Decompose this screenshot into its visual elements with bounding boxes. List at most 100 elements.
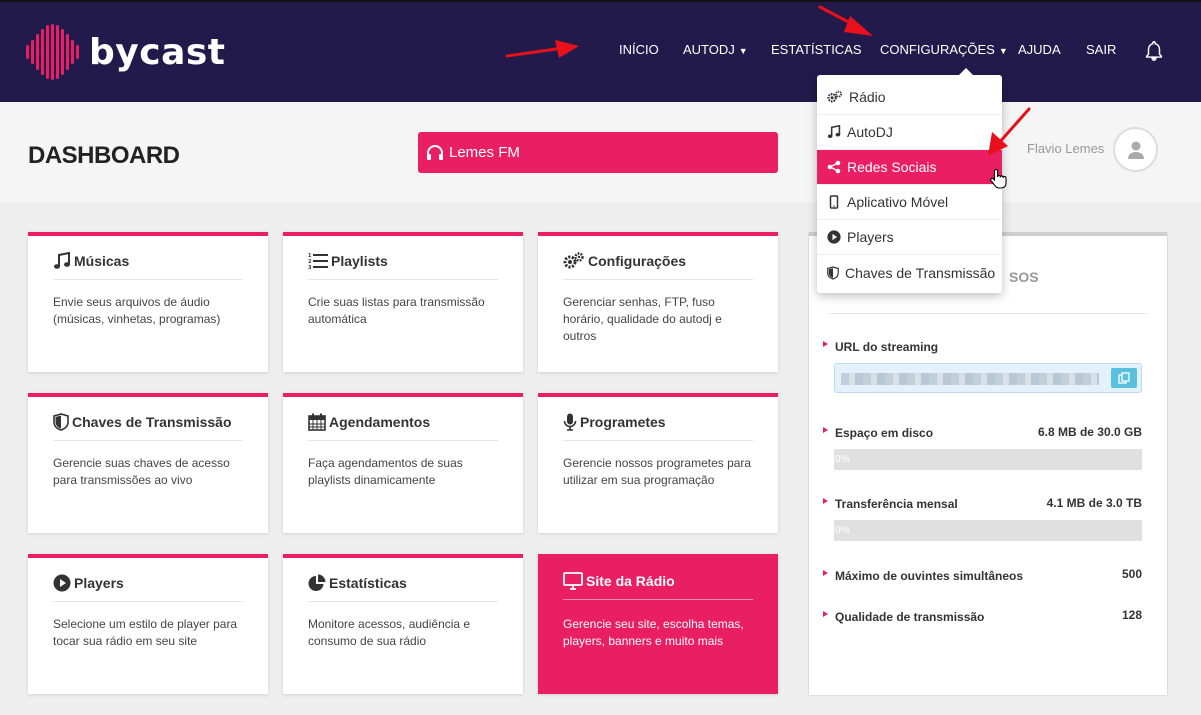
nav-item-ajuda[interactable]: AJUDA — [1018, 42, 1061, 57]
card-chaves-transmissao[interactable]: Chaves de Transmissão Gerencie suas chav… — [28, 393, 268, 533]
dropdown-item-autodj[interactable]: AutoDJ — [817, 115, 1002, 150]
divider — [563, 440, 753, 441]
radio-selector-button[interactable]: Lemes FM — [418, 132, 778, 173]
nav-item-configuracoes[interactable]: CONFIGURAÇÕES ▼ — [880, 42, 1008, 57]
divider — [829, 313, 1147, 314]
divider — [563, 279, 753, 280]
card-description: Gerenciar senhas, FTP, fuso horário, qua… — [563, 295, 722, 343]
blurred-url — [841, 373, 1099, 385]
panel-title: SOS — [1009, 269, 1039, 285]
card-estatisticas[interactable]: Estatísticas Monitore acessos, audiência… — [283, 554, 523, 694]
streaming-url-label: URL do streaming — [823, 340, 938, 354]
dropdown-item-players[interactable]: Players — [817, 220, 1002, 255]
disk-progress-text: 0% — [835, 454, 850, 465]
list-ol-icon: 123 — [308, 253, 328, 270]
mobile-icon — [829, 195, 839, 209]
nav-item-estatisticas[interactable]: ESTATÍSTICAS — [771, 42, 862, 57]
card-configuracoes[interactable]: Configurações Gerenciar senhas, FTP, fus… — [538, 232, 778, 372]
dropdown-item-redes-sociais[interactable]: Redes Sociais — [817, 150, 1002, 185]
listeners-label: Máximo de ouvintes simultâneos — [823, 569, 1023, 583]
annotation-arrow-icon — [818, 5, 873, 36]
transfer-label: Transferência mensal — [823, 497, 958, 511]
card-title-text: Players — [74, 575, 124, 591]
gears-icon — [827, 90, 843, 103]
bell-icon[interactable] — [1143, 40, 1165, 62]
nav-item-sair[interactable]: SAIR — [1086, 42, 1116, 57]
music-icon — [54, 252, 70, 269]
play-circle-icon — [53, 574, 71, 592]
divider — [53, 601, 243, 602]
listeners-value: 500 — [1121, 567, 1142, 581]
resources-panel: SOS URL do streaming Espaço em disco 6.8… — [808, 232, 1168, 696]
card-agendamentos[interactable]: Agendamentos Faça agendamentos de suas p… — [283, 393, 523, 533]
streaming-url-field[interactable] — [834, 363, 1142, 393]
play-circle-icon — [827, 230, 841, 244]
headphones-icon — [427, 144, 443, 160]
nav-item-autodj[interactable]: AUTODJ ▼ — [683, 42, 748, 57]
card-site-da-radio[interactable]: Site da Rádio Gerencie seu site, escolha… — [538, 554, 778, 694]
dropdown-item-chaves-transmissao[interactable]: Chaves de Transmissão — [817, 255, 1002, 290]
page-title: DASHBOARD — [28, 142, 180, 169]
divider — [308, 279, 498, 280]
hand-cursor-icon — [990, 168, 1007, 189]
disk-space-label: Espaço em disco — [823, 426, 933, 440]
disk-space-value: 6.8 MB de 30.0 GB — [1037, 425, 1142, 439]
quality-label: Qualidade de transmissão — [823, 610, 984, 624]
card-description: Monitore acessos, audiência e consumo de… — [308, 617, 471, 648]
card-title-text: Playlists — [331, 253, 388, 269]
desktop-icon — [563, 572, 583, 590]
card-title-text: Programetes — [580, 414, 666, 430]
card-title-text: Músicas — [74, 253, 130, 269]
nav-item-inicio[interactable]: INÍCIO — [619, 42, 659, 57]
divider — [563, 599, 753, 600]
card-title-text: Chaves de Transmissão — [72, 414, 232, 430]
transfer-value: 4.1 MB de 3.0 TB — [1046, 496, 1142, 510]
shield-icon — [827, 265, 839, 280]
card-description: Faça agendamentos de suas playlists dina… — [308, 456, 463, 487]
share-icon — [827, 160, 841, 174]
divider — [308, 440, 498, 441]
bullet-icon — [823, 341, 828, 347]
card-description: Gerencie nossos programetes para utiliza… — [563, 456, 752, 487]
bullet-icon — [823, 570, 828, 576]
card-title-text: Agendamentos — [329, 414, 431, 430]
copy-button[interactable] — [1111, 368, 1137, 388]
calendar-icon — [308, 413, 326, 431]
radio-name: Lemes FM — [449, 144, 520, 161]
configuracoes-dropdown-menu: Rádio AutoDJ Redes Sociais Aplicativo Mó… — [817, 68, 1002, 293]
card-description: Gerencie seu site, escolha temas, player… — [563, 617, 744, 648]
card-players[interactable]: Players Selecione um estilo de player pa… — [28, 554, 268, 694]
card-description: Crie suas listas para transmissão automá… — [308, 295, 485, 326]
avatar[interactable] — [1113, 127, 1158, 172]
copy-icon — [1118, 372, 1130, 384]
bullet-icon — [823, 498, 828, 504]
microphone-icon — [563, 413, 577, 431]
card-playlists[interactable]: 123 Playlists Crie suas listas para tran… — [283, 232, 523, 372]
annotation-arrow-icon — [988, 107, 1031, 156]
card-programetes[interactable]: Programetes Gerencie nossos programetes … — [538, 393, 778, 533]
transfer-progress-bar: 0% — [834, 520, 1142, 541]
card-description: Selecione um estilo de player para tocar… — [53, 617, 238, 648]
card-musicas[interactable]: Músicas Envie seus arquivos de áudio (mú… — [28, 232, 268, 372]
top-navbar: bycast INÍCIO AUTODJ ▼ ESTATÍSTICAS CONFI… — [0, 0, 1201, 102]
svg-text:3: 3 — [308, 265, 312, 270]
caret-down-icon: ▼ — [998, 46, 1008, 56]
dropdown-item-aplicativo-movel[interactable]: Aplicativo Móvel — [817, 185, 1002, 220]
card-title-text: Estatísticas — [329, 575, 407, 591]
card-title-text: Site da Rádio — [586, 573, 675, 589]
caret-down-icon: ▼ — [738, 46, 748, 56]
transfer-progress-text: 0% — [835, 525, 850, 536]
divider — [53, 440, 243, 441]
shield-icon — [53, 413, 69, 431]
card-title-text: Configurações — [588, 253, 687, 269]
divider — [308, 601, 498, 602]
bullet-icon — [823, 427, 828, 433]
card-description: Envie seus arquivos de áudio (músicas, v… — [53, 295, 221, 326]
quality-value: 128 — [1121, 608, 1142, 622]
bullet-icon — [823, 611, 828, 617]
annotation-arrow-icon — [505, 40, 579, 58]
gears-icon — [563, 252, 584, 269]
dropdown-item-radio[interactable]: Rádio — [817, 80, 1002, 115]
user-name[interactable]: Flavio Lemes — [1027, 141, 1104, 156]
music-icon — [827, 125, 841, 139]
